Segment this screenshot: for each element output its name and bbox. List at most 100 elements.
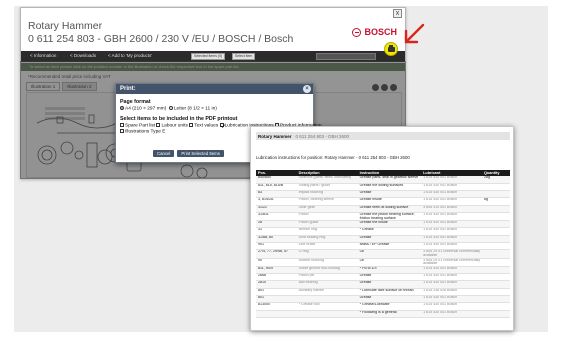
table-cell: * Fill to 1/3 xyxy=(357,266,422,275)
table-row: 31/88, 80 Dust sealing ring Grease 1 615 43… xyxy=(256,235,510,244)
table-cell: Grease xyxy=(357,235,422,244)
table-cell: Dust sealing ring xyxy=(296,235,358,244)
table-cell: * Grease tool xyxy=(296,302,358,311)
table-cell xyxy=(482,205,510,214)
table-cell: Grease teeth at sliding surface xyxy=(357,205,422,214)
table-cell xyxy=(482,212,510,222)
table-cell: 813000 xyxy=(256,302,297,311)
table-cell: 3 605 410 001 Bosch xyxy=(421,205,483,214)
table-row: 813000 * Grease tool * Grease/Lubricate 1 6… xyxy=(256,302,510,311)
table-cell: 1 615 430 001 Bosch xyxy=(421,310,483,318)
print-selected-items-button[interactable]: Print Selected Items xyxy=(177,150,224,157)
cancel-button[interactable]: Cancel xyxy=(153,150,175,157)
table-cell xyxy=(482,235,510,244)
search-input[interactable] xyxy=(316,53,376,60)
table-cell xyxy=(296,295,358,304)
table-cell: Impact bushing xyxy=(296,190,358,199)
table-row: 27/4, 77, 29/56, 57 O-ring Oil 3 605 29 01 … xyxy=(256,249,510,259)
table-cell: 1 615 430 001 Bosch xyxy=(421,220,483,229)
table-body: 840/850 Gearbox (parts: fitted, lubricate… xyxy=(256,176,510,318)
table-cell: * Lubricate face surface on thread xyxy=(357,288,422,296)
product-number-title: 0 611 254 803 - GBH 2600 / 230 V /EU / B… xyxy=(28,33,294,45)
table-cell: Gear gear xyxy=(296,205,358,214)
close-icon[interactable]: x xyxy=(393,9,402,18)
table-cell: Grease inside xyxy=(357,197,422,206)
table-cell: Piston pin xyxy=(296,273,358,282)
table-cell: O-ring xyxy=(296,249,358,259)
table-cell: Grease parts, seal in gearbox sleeve xyxy=(357,176,422,184)
radio-letter[interactable] xyxy=(168,106,173,110)
print-button[interactable] xyxy=(384,42,398,56)
table-cell xyxy=(482,280,510,289)
table-cell: 1 615 430 001 Bosch xyxy=(421,197,483,206)
checkbox-text-values[interactable] xyxy=(189,122,194,127)
table-cell: Grease the sliding surfaces xyxy=(357,183,422,192)
dialog-close-icon[interactable]: × xyxy=(303,85,311,93)
table-cell: Grease the piston bearing surface, frict… xyxy=(357,212,422,222)
table-cell: Grease xyxy=(357,273,422,282)
printer-icon xyxy=(387,44,395,52)
table-cell: Grease xyxy=(357,295,422,304)
table-cell: Guide groove tool-holding xyxy=(296,266,358,275)
nav-link-add-to-products[interactable]: < Add to 'My products' xyxy=(108,53,152,58)
page-format-options: A4 (210 × 297 mm) Letter (8 1/2 × 11 in) xyxy=(120,106,308,112)
doc-title-number: 0 611 254 803 - GBH 2600 xyxy=(295,133,349,139)
bosch-logo: BOSCH xyxy=(352,27,397,37)
table-cell: Needle ring xyxy=(296,227,358,236)
table-row: 28 Piston guide Grease the inside 1 615 430… xyxy=(256,220,510,229)
lubrication-heading: Lubrication instructions for position: R… xyxy=(256,155,410,160)
checkbox-illustrations-type-e[interactable] xyxy=(120,129,124,133)
table-cell: * Grease/Lubricate xyxy=(357,302,422,311)
table-cell: 90 xyxy=(256,258,297,267)
table-cell: * Grease xyxy=(357,227,422,236)
table-cell: 1 615 430 001 Bosch xyxy=(421,183,483,192)
table-cell xyxy=(482,273,510,282)
checkbox-spare-part-list[interactable] xyxy=(120,122,124,127)
table-cell: Piston xyxy=(296,212,358,222)
table-cell: 3 605 29 01 Universal commercially avail… xyxy=(421,249,483,259)
radio-a4-label: A4 (210 × 297 mm) xyxy=(125,106,167,112)
table-row: 901 Line brake Brass / EP Grease 1 615 430 … xyxy=(256,242,510,251)
dialog-title: Print: xyxy=(120,86,136,92)
select-item-button[interactable]: Select item xyxy=(232,53,256,60)
table-cell xyxy=(482,295,510,304)
table-cell: 31/22 xyxy=(256,205,297,214)
table-cell: 6g xyxy=(482,197,510,206)
table-cell: 83 xyxy=(256,190,297,199)
table-cell: 1 615 238 028 Bosch xyxy=(421,288,483,296)
table-cell: 811, 815, 815/B xyxy=(256,183,297,192)
table-cell: 2668 xyxy=(256,273,297,282)
nav-link-information[interactable]: < Information xyxy=(30,53,56,58)
table-cell: 28 xyxy=(256,220,297,229)
table-cell: 1 615 430 001 Bosch xyxy=(421,280,483,289)
select-items-heading: Select items to be included in the PDF p… xyxy=(120,115,238,122)
table-cell: 27/4, 77, 29/56, 57 xyxy=(256,249,297,259)
page-format-heading: Page format xyxy=(120,99,151,105)
nav-link-downloads[interactable]: < Downloads xyxy=(70,53,96,58)
table-cell: 801 xyxy=(256,295,297,304)
table-row: 811, 90/4 Guide groove tool-holding * Fill… xyxy=(256,266,510,275)
table-row: 83 Impact bushing Grease 1 615 430 001 Bosc… xyxy=(256,190,510,199)
checkbox-lubrication-instructions[interactable] xyxy=(219,122,225,128)
table-row: 811, 815, 815/B Sliding parts / guide Grea… xyxy=(256,183,510,192)
table-cell: 1 615 430 001 Bosch xyxy=(421,176,483,184)
checkbox-labour-units[interactable] xyxy=(156,122,161,127)
product-type-title: Rotary Hammer xyxy=(28,20,103,32)
checkbox-label: Illustrations Type E xyxy=(125,129,166,135)
table-cell xyxy=(482,266,510,275)
table-cell: 1 615 430 001 Bosch xyxy=(421,190,483,199)
table-row: 840/850 Gearbox (parts: fitted, lubricate… xyxy=(256,176,510,184)
table-cell xyxy=(482,220,510,229)
checkbox-label: Labour units xyxy=(161,123,188,128)
radio-a4[interactable] xyxy=(120,106,124,110)
selected-items-button[interactable]: Selected items (0) xyxy=(191,53,226,60)
table-cell: Grease xyxy=(357,280,422,289)
table-cell: Oil xyxy=(357,258,422,267)
pdf-document-preview: Rotary Hammer 0 611 254 803 - GBH 2600 L… xyxy=(250,126,514,331)
table-cell: Piston, bearing sleeve xyxy=(296,197,358,206)
screenshot-canvas: x Rotary Hammer 0 611 254 803 - GBH 2600… xyxy=(0,0,562,339)
table-cell xyxy=(482,310,510,318)
lubrication-table: Pos. Description Instruction Lubricant Q… xyxy=(256,170,510,318)
radio-letter-label: Letter (8 1/2 × 11 in) xyxy=(173,106,217,112)
table-cell: 1 615 430 001 Bosch xyxy=(421,273,483,282)
